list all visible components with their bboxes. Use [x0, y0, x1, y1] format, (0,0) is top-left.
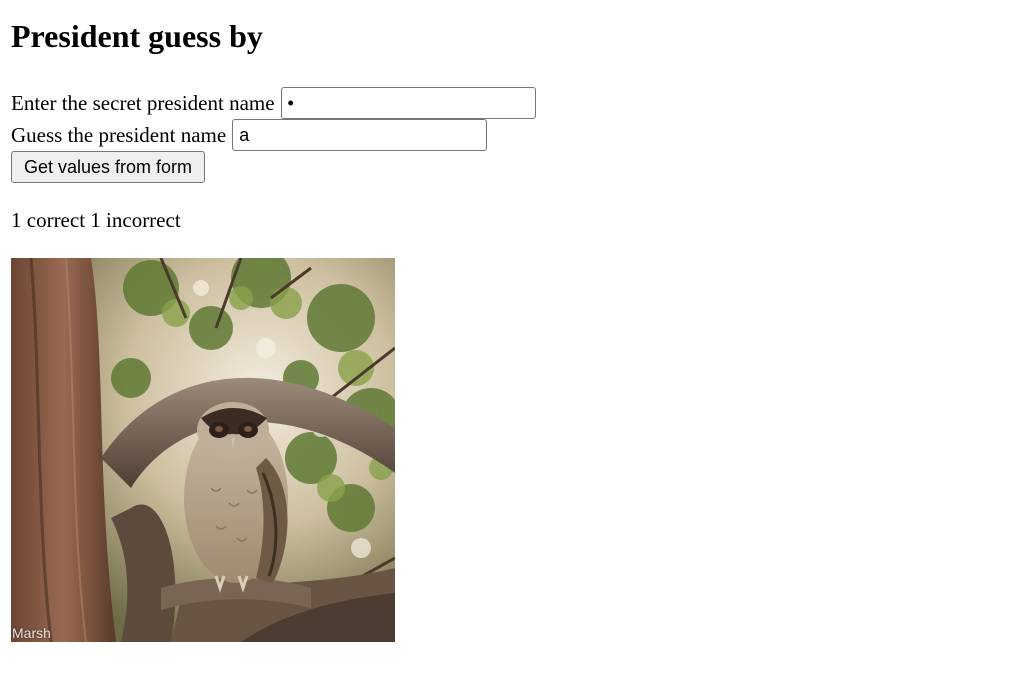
guess-name-label: Guess the president name — [11, 123, 227, 147]
owl-image — [11, 258, 395, 642]
result-text: 1 correct 1 incorrect — [11, 208, 181, 232]
guess-name-row: Guess the president name — [11, 119, 488, 151]
secret-name-label: Enter the secret president name — [11, 91, 275, 115]
page-title: President guess by — [11, 18, 263, 54]
owl-photo: Marsh — [11, 258, 395, 642]
photo-watermark: Marsh — [12, 625, 51, 641]
guess-name-input[interactable] — [232, 119, 488, 151]
secret-name-row: Enter the secret president name — [11, 87, 536, 119]
secret-name-input[interactable] — [280, 87, 536, 119]
get-values-button[interactable]: Get values from form — [11, 151, 206, 183]
